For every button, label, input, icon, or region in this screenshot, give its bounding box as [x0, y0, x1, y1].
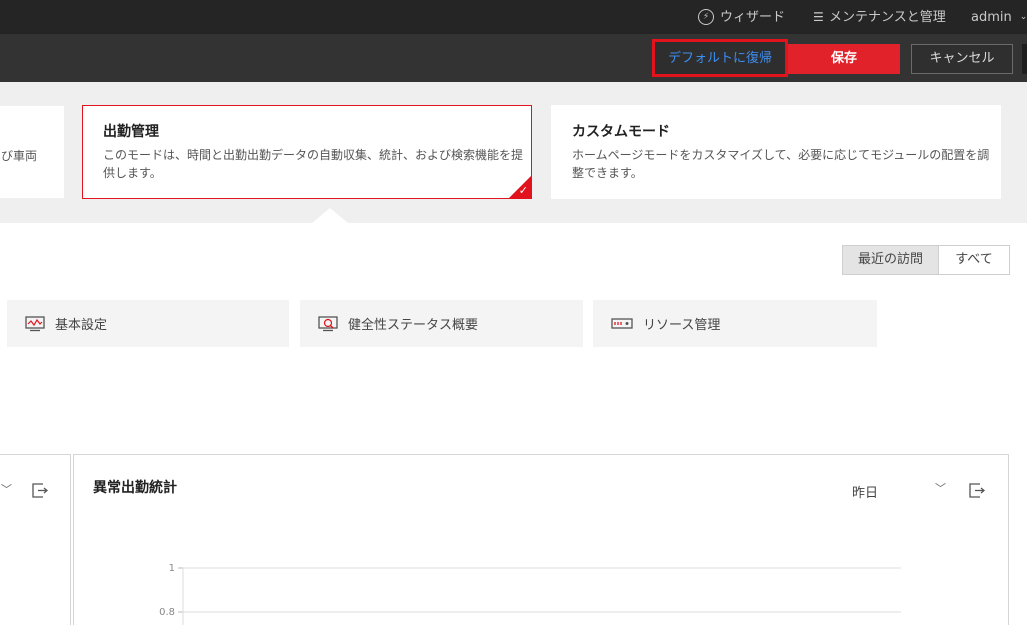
widget-panel-partial: ﹀ [0, 454, 71, 625]
y-tick-label: 1 [169, 563, 175, 574]
export-icon[interactable] [32, 483, 48, 498]
wizard-icon: ⚡ [698, 9, 714, 25]
shortcut-label: 健全性ステータス概要 [348, 318, 479, 333]
mode-card-custom[interactable]: カスタムモード ホームページモードをカスタマイズして、必要に応じてモジュールの配… [551, 105, 1001, 199]
shortcut-label: 基本設定 [55, 318, 108, 333]
mode-card-description: ホームページモードをカスタマイズして、必要に応じてモジュールの配置を調整できます… [572, 148, 990, 180]
shortcut-resource-management[interactable]: リソース管理 [593, 300, 877, 347]
mode-card-description: び車両 [1, 149, 38, 163]
scrollbar[interactable] [1022, 44, 1027, 74]
wizard-menu[interactable]: ⚡ ウィザード [698, 0, 785, 34]
menu-icon: ☰ [813, 9, 824, 24]
attendance-chart: 10.8 [159, 563, 901, 625]
maintenance-label: メンテナンスと管理 [829, 9, 946, 25]
filter-recent-button[interactable]: 最近の訪問 [842, 245, 939, 275]
monitor-icon [25, 315, 45, 331]
shortcut-label: リソース管理 [643, 318, 721, 333]
shortcut-basic-settings[interactable]: 基本設定 [7, 300, 289, 347]
shortcut-health-status[interactable]: 健全性ステータス概要 [300, 300, 583, 347]
filter-all-button[interactable]: すべて [938, 245, 1010, 275]
restore-default-button[interactable]: デフォルトに復帰 [652, 39, 788, 77]
health-status-icon [318, 315, 338, 331]
user-menu[interactable]: admin ⌄ [971, 0, 1027, 34]
action-bar: デフォルトに復帰 保存 キャンセル [0, 34, 1027, 82]
selection-pointer [312, 208, 348, 223]
mode-selector: び車両 出勤管理 このモードは、時間と出勤出勤データの自動収集、統計、および検索… [0, 82, 1027, 223]
cancel-button[interactable]: キャンセル [911, 44, 1013, 74]
chevron-down-icon: ⌄ [1019, 11, 1027, 22]
y-tick-label: 0.8 [159, 607, 175, 618]
user-name: admin [971, 9, 1012, 25]
wizard-label: ウィザード [720, 9, 786, 25]
abnormal-attendance-panel: 異常出勤統計 昨日 ﹀ 1 0.8 [73, 454, 1009, 625]
save-button[interactable]: 保存 [788, 44, 900, 74]
mode-card-title: 出勤管理 [103, 124, 159, 140]
chevron-down-icon[interactable]: ﹀ [1, 481, 12, 497]
resource-device-icon [611, 317, 633, 329]
mode-card-vehicle[interactable]: び車両 [0, 106, 64, 198]
mode-card-title: カスタムモード [572, 124, 670, 140]
mode-card-attendance[interactable]: 出勤管理 このモードは、時間と出勤出勤データの自動収集、統計、および検索機能を提… [82, 105, 532, 199]
main-content: 最近の訪問 すべて 基本設定 健全性ステータス概要 リソース管理 ﹀ 異常出勤統… [0, 223, 1027, 625]
checkmark-icon: ✓ [518, 184, 528, 197]
top-navigation-bar: ⚡ ウィザード ☰ メンテナンスと管理 admin ⌄ [0, 0, 1027, 34]
mode-card-description: このモードは、時間と出勤出勤データの自動収集、統計、および検索機能を提供します。 [103, 148, 524, 180]
maintenance-menu[interactable]: ☰ メンテナンスと管理 [813, 0, 946, 34]
